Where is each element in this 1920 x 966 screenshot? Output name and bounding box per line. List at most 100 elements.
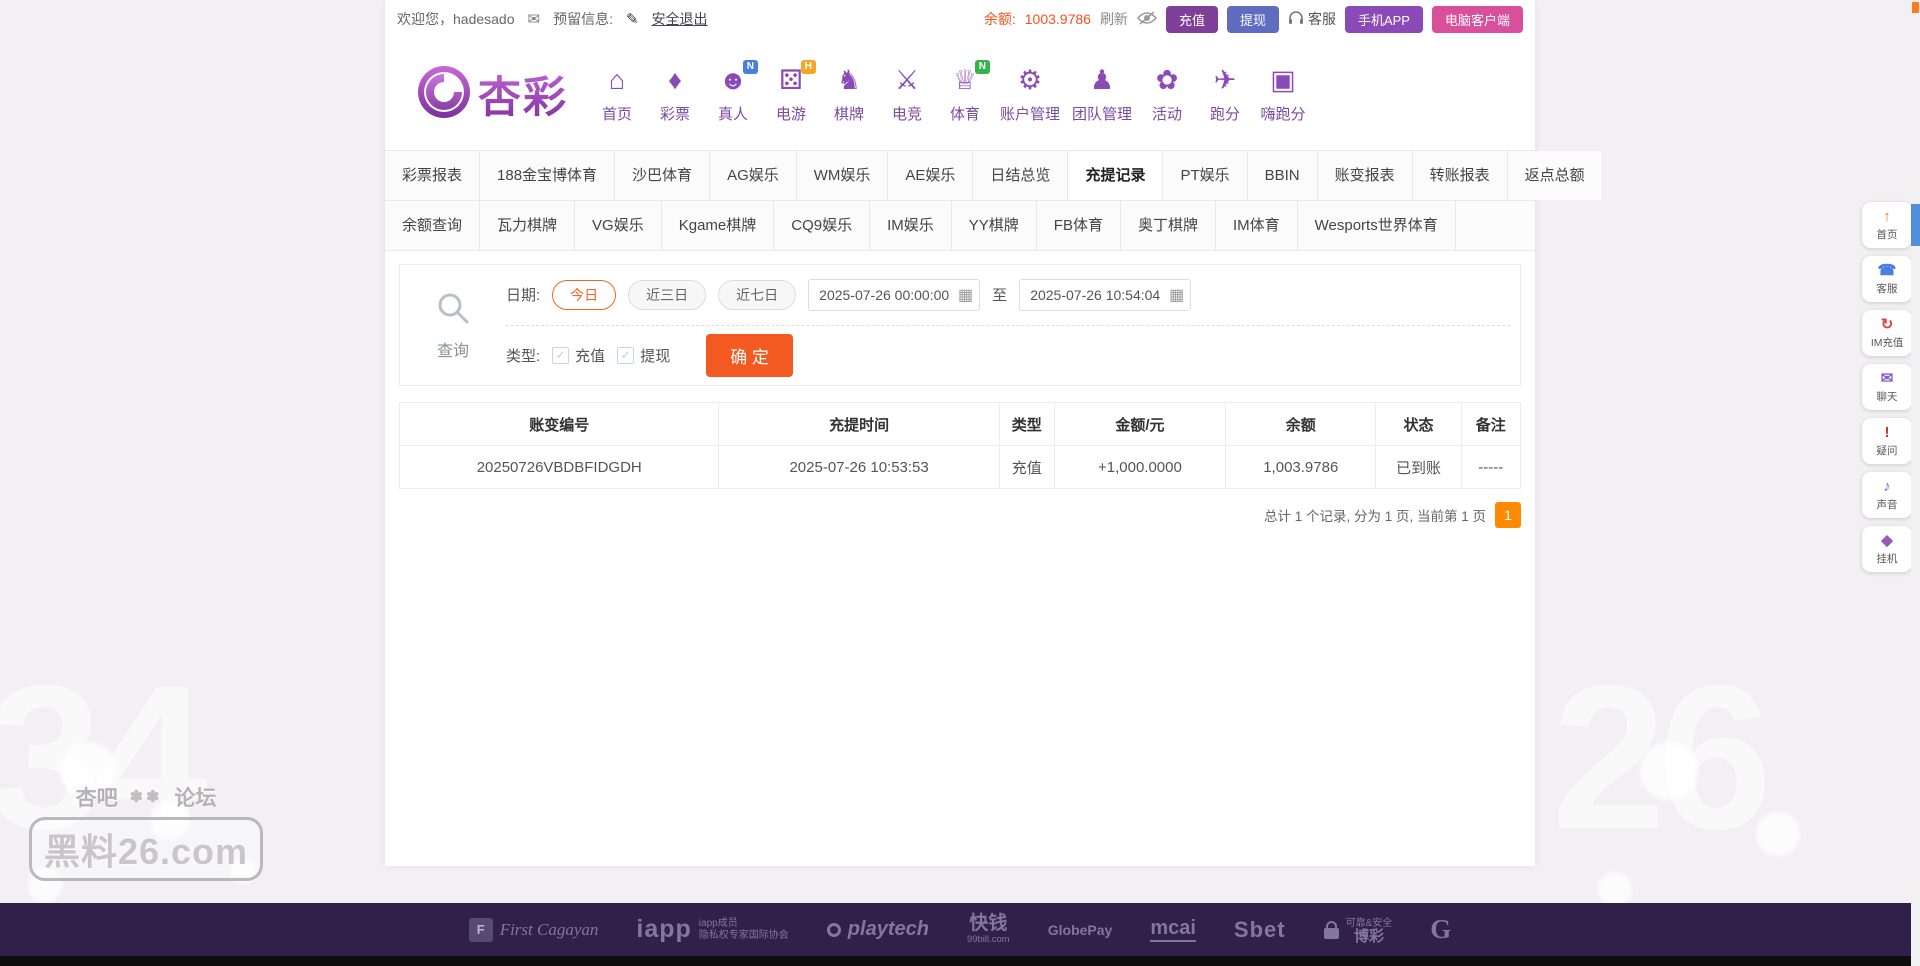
nav-item-egames[interactable]: H ⚄ 电游: [762, 59, 820, 124]
logo-text: G: [1430, 914, 1452, 944]
float-label: 声音: [1876, 499, 1898, 511]
tab-pt[interactable]: PT娱乐: [1163, 151, 1248, 200]
customer-service-link[interactable]: 客服: [1288, 9, 1336, 29]
cell-remark: -----: [1460, 445, 1522, 489]
cell-amount: +1,000.0000: [1053, 445, 1227, 489]
page-1-button[interactable]: 1: [1495, 502, 1521, 528]
tab-vg[interactable]: VG娱乐: [575, 201, 662, 250]
hot-badge: H: [800, 59, 816, 74]
tab-wm[interactable]: WM娱乐: [796, 151, 889, 200]
tab-aoding-chess[interactable]: 奥丁棋牌: [1120, 201, 1216, 250]
nav-label: 体育: [949, 105, 980, 123]
tab-recharge-withdraw-records[interactable]: 充提记录: [1068, 151, 1164, 200]
tab-shaba-sports[interactable]: 沙巴体育: [615, 151, 711, 200]
site-logo[interactable]: 杏彩: [417, 63, 568, 125]
withdraw-checkbox-label[interactable]: 提现: [640, 345, 670, 366]
recharge-checkbox-label[interactable]: 充值: [575, 345, 605, 366]
envelope-icon[interactable]: ✉: [528, 10, 541, 28]
tab-daily-summary[interactable]: 日结总览: [973, 151, 1069, 200]
scrollbar-top-marker: [1912, 2, 1919, 13]
float-sound-button[interactable]: ♪ 声音: [1862, 472, 1912, 518]
nav-label: 电竞: [891, 105, 922, 123]
esports-icon: ⚔: [894, 64, 920, 95]
tab-account-change-report[interactable]: 账变报表: [1317, 151, 1413, 200]
tab-cq9[interactable]: CQ9娱乐: [774, 201, 871, 250]
pagination: 总计 1 个记录, 分为 1 页, 当前第 1 页 1: [399, 502, 1521, 528]
floating-sidebar: ↑ 首页 ☎ 客服 ↻ IM充值 ✉ 聊天 ! 疑问 ♪ 声音 ◆ 挂机: [1862, 202, 1912, 572]
tab-wesports[interactable]: Wesports世界体育: [1297, 201, 1456, 250]
col-header-time: 充提时间: [718, 402, 1000, 446]
quick-today-button[interactable]: 今日: [552, 279, 617, 310]
float-idle-button[interactable]: ◆ 挂机: [1862, 526, 1912, 572]
scrollbar-thumb[interactable]: [1911, 204, 1920, 246]
nav-label: 团队管理: [1072, 105, 1133, 123]
quick-7days-button[interactable]: 近七日: [718, 279, 797, 310]
quick-3days-button[interactable]: 近三日: [628, 279, 707, 310]
float-question-button[interactable]: ! 疑问: [1862, 418, 1912, 464]
float-home-button[interactable]: ↑ 首页: [1862, 202, 1912, 248]
tab-bbin[interactable]: BBIN: [1247, 151, 1318, 200]
nav-item-promotions[interactable]: ✿ 活动: [1138, 65, 1196, 124]
nav-item-live-casino[interactable]: N ☻ 真人: [704, 59, 762, 124]
reserved-info-label: 预留信息:: [553, 11, 613, 27]
confirm-button[interactable]: 确 定: [706, 333, 793, 377]
tab-ag[interactable]: AG娱乐: [710, 151, 797, 200]
float-service-button[interactable]: ☎ 客服: [1862, 256, 1912, 302]
pencil-icon[interactable]: ✎: [626, 10, 639, 28]
tab-yy-chess[interactable]: YY棋牌: [951, 201, 1037, 250]
nav-item-sports[interactable]: N ♕ 体育: [936, 59, 994, 124]
nav-label: 跑分: [1210, 105, 1241, 123]
to-label: 至: [992, 287, 1008, 305]
nav-item-hi-paofen[interactable]: ▣ 嗨跑分: [1254, 65, 1312, 124]
nav-item-account-manage[interactable]: ⚙ 账户管理: [994, 65, 1066, 124]
calendar-icon[interactable]: ▦: [958, 285, 973, 305]
date-from-input[interactable]: [808, 278, 981, 311]
nav-item-paofen[interactable]: ✈ 跑分: [1196, 65, 1254, 124]
tab-188jbb-sports[interactable]: 188金宝博体育: [480, 151, 616, 200]
tab-kgame[interactable]: Kgame棋牌: [661, 201, 775, 250]
refresh-button[interactable]: 刷新: [1100, 9, 1128, 29]
eye-hidden-icon[interactable]: [1136, 10, 1157, 28]
col-header-balance: 余额: [1225, 402, 1377, 446]
recharge-checkbox[interactable]: ✓: [552, 346, 570, 364]
nav-item-board-games[interactable]: ♞ 棋牌: [820, 65, 878, 124]
nav-item-lottery[interactable]: ♦ 彩票: [646, 65, 704, 124]
nav-item-home[interactable]: ⌂ 首页: [588, 65, 646, 124]
float-chat-button[interactable]: ✉ 聊天: [1862, 364, 1912, 410]
nav-item-team-manage[interactable]: ♟ 团队管理: [1066, 65, 1138, 124]
date-to-input[interactable]: [1019, 278, 1192, 311]
type-label: 类型:: [506, 347, 541, 365]
calendar-icon[interactable]: ▦: [1169, 285, 1184, 305]
records-table: 账变编号 充提时间 类型 金额/元 余额 状态 备注 20250726VBDBF…: [398, 402, 1522, 489]
tab-im-sports[interactable]: IM体育: [1215, 201, 1298, 250]
tab-wali-chess[interactable]: 瓦力棋牌: [480, 201, 576, 250]
tab-transfer-report[interactable]: 转账报表: [1412, 151, 1508, 200]
col-header-remark: 备注: [1460, 402, 1522, 446]
nav-item-esports[interactable]: ⚔ 电竞: [878, 65, 936, 124]
logout-link[interactable]: 安全退出: [652, 9, 708, 29]
recharge-button[interactable]: 充值: [1165, 5, 1218, 33]
filter-panel: 查询 日期: 今日 近三日 近七日 ▦ 至 ▦ 类型: ✓: [399, 264, 1521, 386]
logo-text: mcai: [1150, 917, 1196, 942]
float-im-recharge-button[interactable]: ↻ IM充值: [1862, 310, 1912, 356]
withdraw-button[interactable]: 提现: [1226, 5, 1279, 33]
customer-service-label: 客服: [1307, 11, 1336, 27]
tab-balance-query[interactable]: 余额查询: [385, 201, 481, 250]
tab-rebate-total[interactable]: 返点总额: [1507, 151, 1603, 200]
withdraw-checkbox[interactable]: ✓: [617, 346, 635, 364]
tab-lottery-report[interactable]: 彩票报表: [385, 151, 481, 200]
lottery-icon: ♦: [668, 64, 682, 95]
logo-text: GlobePay: [1047, 921, 1113, 938]
slots-games-icon: ⚄: [779, 64, 803, 95]
mobile-app-button[interactable]: 手机APP: [1344, 5, 1423, 33]
tab-ae[interactable]: AE娱乐: [888, 151, 974, 200]
tab-fb-sports[interactable]: FB体育: [1036, 201, 1121, 250]
float-label: 客服: [1876, 283, 1898, 295]
pc-client-button[interactable]: 电脑客户端: [1431, 5, 1523, 33]
nav-items: ⌂ 首页 ♦ 彩票 N ☻ 真人 H ⚄ 电游 ♞ 棋牌 ⚔ 电竞 N ♕ 体育…: [588, 59, 1312, 124]
board-games-icon: ♞: [836, 64, 862, 95]
report-tabs-row-1: 彩票报表 188金宝博体育 沙巴体育 AG娱乐 WM娱乐 AE娱乐 日结总览 充…: [385, 150, 1603, 200]
nav-label: 电游: [775, 105, 806, 123]
tab-im-entertainment[interactable]: IM娱乐: [870, 201, 952, 250]
scrollbar-track[interactable]: [1911, 0, 1920, 966]
